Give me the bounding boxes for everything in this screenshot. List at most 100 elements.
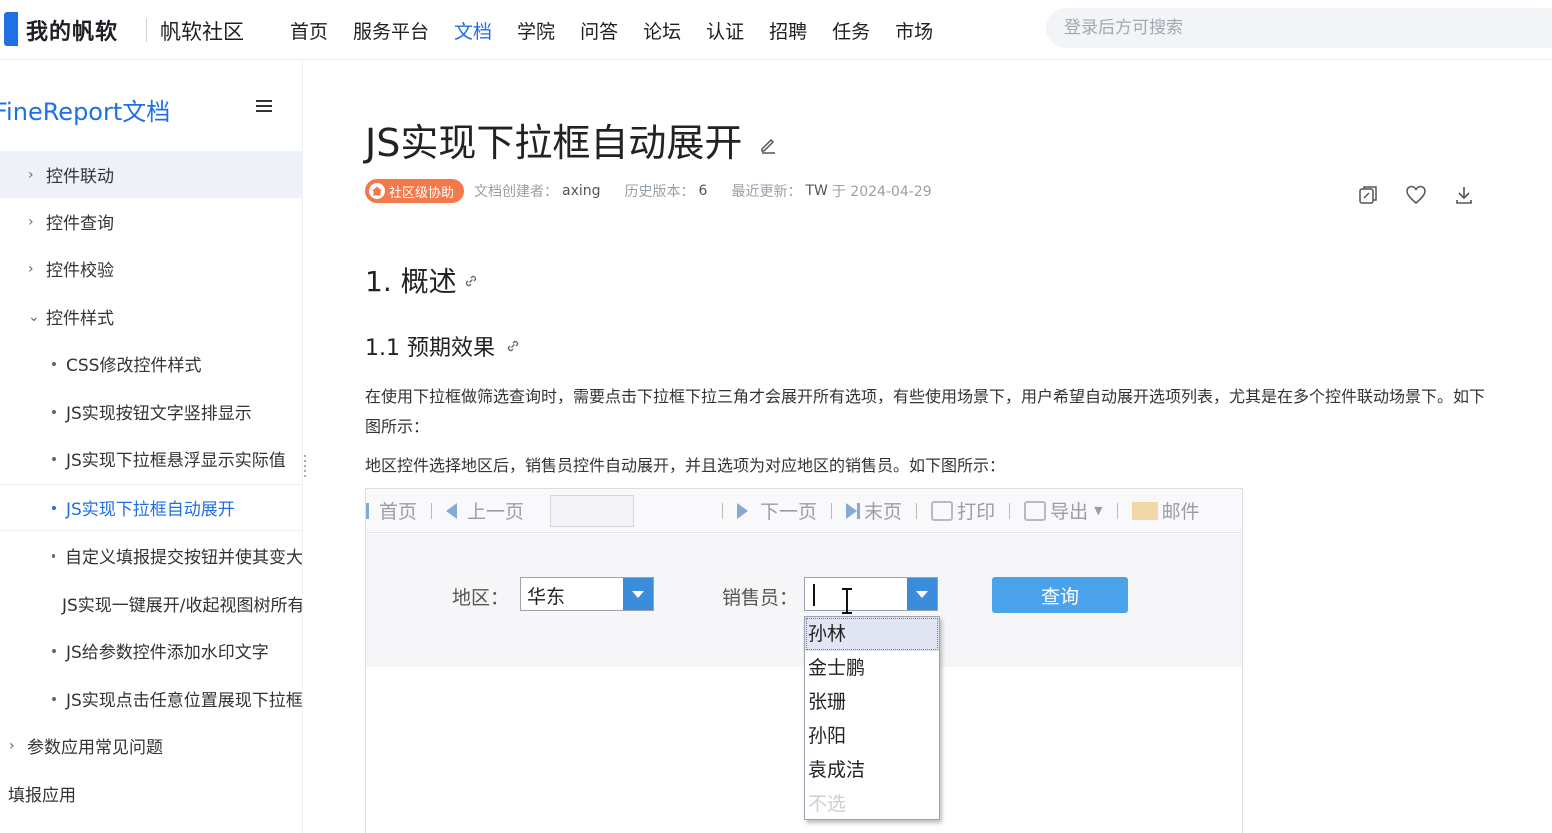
article-main: JS实现下拉框自动展开 社区级协助 文档创建者： axing 历史版本： 6 最… <box>303 60 1552 833</box>
sidebar-item-label: JS实现点击任意位置展现下拉框 <box>66 691 303 711</box>
toolbar-divider <box>831 502 833 519</box>
nav-tasks[interactable]: 任务 <box>832 17 870 44</box>
dropdown-option[interactable]: 孙阳 <box>805 719 939 753</box>
sidebar-item-label: JS实现按钮文字竖排显示 <box>66 404 252 424</box>
bullet-icon <box>52 361 56 366</box>
nav-qa[interactable]: 问答 <box>580 17 618 44</box>
sidebar-item[interactable]: › 参数应用常见问题 <box>0 722 302 769</box>
favorite-heart-icon[interactable] <box>1405 184 1427 206</box>
nav-docs[interactable]: 文档 <box>454 17 492 44</box>
chevron-right-icon: › <box>28 166 34 183</box>
dropdown-option[interactable]: 袁成洁 <box>805 753 939 787</box>
support-level-badge[interactable]: 社区级协助 <box>365 179 465 203</box>
page-number-input[interactable] <box>550 494 635 527</box>
docs-sidebar: FineReport文档 › 控件联动 › 控件查询 › 控件校验 ⌄ 控件样式… <box>0 60 303 833</box>
query-button[interactable]: 查询 <box>992 577 1128 613</box>
sidebar-item-current[interactable]: JS实现下拉框自动展开 <box>0 484 302 531</box>
brand-logo-text[interactable]: 我的帆软 <box>26 14 118 46</box>
toolbar-divider <box>1009 502 1011 519</box>
region-value: 华东 <box>527 586 566 608</box>
sidebar-item-label: CSS修改控件样式 <box>66 356 202 376</box>
last-page-icon <box>846 502 858 519</box>
sidebar-item[interactable]: ⌄ 控件样式 <box>0 293 302 340</box>
sidebar-item-label: JS给参数控件添加水印文字 <box>66 643 269 663</box>
anchor-link-icon[interactable] <box>463 273 479 289</box>
toolbar-divider <box>1116 502 1118 519</box>
history-count[interactable]: 6 <box>699 183 708 199</box>
nav-home[interactable]: 首页 <box>290 17 328 44</box>
sidebar-item[interactable]: 填报应用 <box>0 770 302 817</box>
nav-academy[interactable]: 学院 <box>517 17 555 44</box>
bullet-icon <box>52 648 56 653</box>
sales-label: 销售员： <box>722 587 799 609</box>
text-caret <box>813 584 815 606</box>
sidebar-item[interactable]: JS实现按钮文字竖排显示 <box>0 388 302 435</box>
sidebar-item-label: 控件联动 <box>46 167 114 187</box>
chevron-right-icon: › <box>28 260 34 277</box>
creator-name[interactable]: axing <box>562 183 601 199</box>
nav-certification[interactable]: 认证 <box>706 17 744 44</box>
edit-icon[interactable] <box>759 136 777 154</box>
printer-icon <box>931 500 954 521</box>
last-page-button[interactable]: 末页 <box>846 497 902 524</box>
updated-date: 于 2024-04-29 <box>831 184 932 200</box>
creator-label: 文档创建者： <box>474 184 559 200</box>
bullet-icon <box>52 409 56 414</box>
copy-link-icon[interactable] <box>1357 184 1379 206</box>
sidebar-title[interactable]: FineReport文档 <box>0 92 170 127</box>
sidebar-item-label: 填报应用 <box>8 786 76 806</box>
print-button[interactable]: 打印 <box>931 497 995 524</box>
brand-logo-icon[interactable] <box>4 12 18 46</box>
page-title: JS实现下拉框自动展开 <box>365 121 743 165</box>
updated-label: 最近更新： <box>731 184 802 200</box>
menu-toggle-icon[interactable] <box>256 100 272 114</box>
dropdown-option[interactable]: 孙林 <box>805 617 939 651</box>
sidebar-item[interactable]: CSS修改控件样式 <box>0 340 302 387</box>
nav-forum[interactable]: 论坛 <box>643 17 681 44</box>
report-toolbar: 首页 上一页 下一页 末页 打印 导出 ▼ 邮件 <box>366 489 1242 533</box>
sidebar-item[interactable]: JS实现点击任意位置展现下拉框 <box>0 675 303 722</box>
region-combobox[interactable]: 华东 <box>520 577 654 611</box>
sidebar-item-label: JS实现下拉框自动展开 <box>66 500 235 520</box>
nav-service[interactable]: 服务平台 <box>353 17 429 44</box>
sidebar-item[interactable]: › 控件校验 <box>0 245 302 292</box>
mail-icon <box>1131 501 1158 520</box>
sidebar-item[interactable]: › 控件联动 <box>0 151 302 198</box>
bullet-icon <box>52 696 56 701</box>
prev-page-button[interactable]: 上一页 <box>446 497 524 524</box>
community-link[interactable]: 帆软社区 <box>160 16 244 46</box>
sidebar-item-label: JS实现一键展开/收起视图树所有 <box>62 596 303 616</box>
mail-button[interactable]: 邮件 <box>1131 497 1200 524</box>
next-page-icon <box>737 502 749 519</box>
nav-market[interactable]: 市场 <box>895 17 933 44</box>
export-button[interactable]: 导出 ▼ <box>1024 497 1103 524</box>
anchor-link-icon[interactable] <box>505 338 521 354</box>
sidebar-item[interactable]: JS实现下拉框悬浮显示实际值 <box>0 435 302 482</box>
sidebar-item-label: 控件样式 <box>46 309 114 329</box>
dropdown-option-none[interactable]: 不选 <box>805 787 939 821</box>
sidebar-item[interactable]: 自定义填报提交按钮并使其变大 <box>0 532 302 579</box>
toolbar-divider <box>916 502 918 519</box>
sidebar-item-label: 参数应用常见问题 <box>27 738 163 758</box>
sidebar-item[interactable]: JS实现一键展开/收起视图树所有 <box>0 580 303 627</box>
toolbar-divider <box>431 502 433 519</box>
dropdown-option[interactable]: 金士鹏 <box>805 651 939 685</box>
first-page-icon <box>366 502 369 519</box>
sidebar-item[interactable]: › 控件查询 <box>0 198 302 245</box>
dropdown-arrow-icon[interactable] <box>907 578 937 610</box>
next-page-button[interactable]: 下一页 <box>737 497 817 524</box>
sales-dropdown-list: 孙林 金士鹏 张珊 孙阳 袁成洁 不选 <box>804 616 940 820</box>
first-page-button[interactable]: 首页 <box>366 497 417 524</box>
main-nav: 首页 服务平台 文档 学院 问答 论坛 认证 招聘 任务 市场 <box>290 17 958 44</box>
sales-combobox[interactable] <box>804 577 938 614</box>
sidebar-item[interactable]: JS给参数控件添加水印文字 <box>0 627 302 674</box>
article-tools <box>1357 184 1475 206</box>
nav-jobs[interactable]: 招聘 <box>769 17 807 44</box>
download-icon[interactable] <box>1453 184 1475 206</box>
dropdown-arrow-icon[interactable] <box>623 578 653 610</box>
updated-by[interactable]: TW <box>805 183 827 199</box>
dropdown-option[interactable]: 张珊 <box>805 685 939 719</box>
region-label: 地区： <box>452 587 510 609</box>
search-input[interactable] <box>1046 8 1552 48</box>
sidebar-item-label: JS实现下拉框悬浮显示实际值 <box>66 451 286 471</box>
